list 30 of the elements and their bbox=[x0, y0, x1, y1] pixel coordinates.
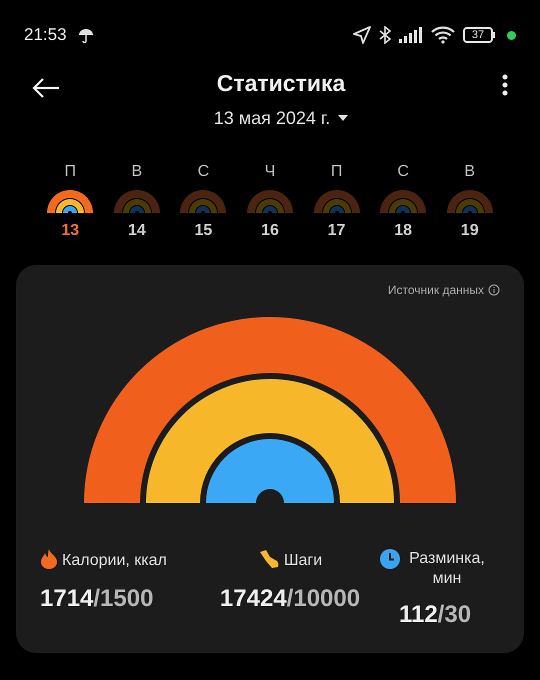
clock-icon bbox=[380, 549, 400, 569]
flame-icon bbox=[40, 549, 58, 569]
day-item[interactable]: В 14 bbox=[104, 160, 170, 243]
date-selector[interactable]: 13 мая 2024 г. bbox=[214, 104, 348, 132]
day-item[interactable]: Ч 16 bbox=[236, 160, 304, 243]
data-source-link[interactable]: Источник данных bbox=[388, 281, 484, 299]
more-button[interactable] bbox=[502, 74, 508, 96]
shoe-icon bbox=[258, 549, 280, 569]
stat-label: Разминка, мин bbox=[408, 549, 486, 589]
day-item[interactable]: П 17 bbox=[303, 160, 370, 243]
wifi-icon bbox=[431, 26, 455, 44]
day-item[interactable]: С 18 bbox=[370, 160, 436, 243]
info-icon bbox=[488, 284, 500, 296]
location-icon bbox=[353, 26, 371, 44]
back-button[interactable] bbox=[32, 78, 60, 98]
signal-icon bbox=[399, 27, 423, 43]
day-item[interactable]: С 15 bbox=[170, 160, 237, 243]
day-item[interactable]: В 19 bbox=[436, 160, 503, 243]
stat-label: Шаги bbox=[284, 551, 322, 571]
bluetooth-icon bbox=[379, 26, 391, 44]
stat-label: Калории, ккал bbox=[62, 551, 167, 571]
page-title: Статистика bbox=[216, 69, 346, 98]
stat-value: 1714/1500 bbox=[40, 584, 154, 614]
status-time: 21:53 bbox=[24, 24, 67, 46]
stat-value: 112/30 bbox=[398, 600, 472, 630]
caret-icon bbox=[338, 115, 348, 121]
battery-icon: 37 bbox=[463, 27, 495, 43]
stat-value: 17424/10000 bbox=[220, 584, 360, 614]
umbrella-icon bbox=[78, 28, 93, 42]
day-item[interactable]: П 13 bbox=[37, 160, 104, 243]
